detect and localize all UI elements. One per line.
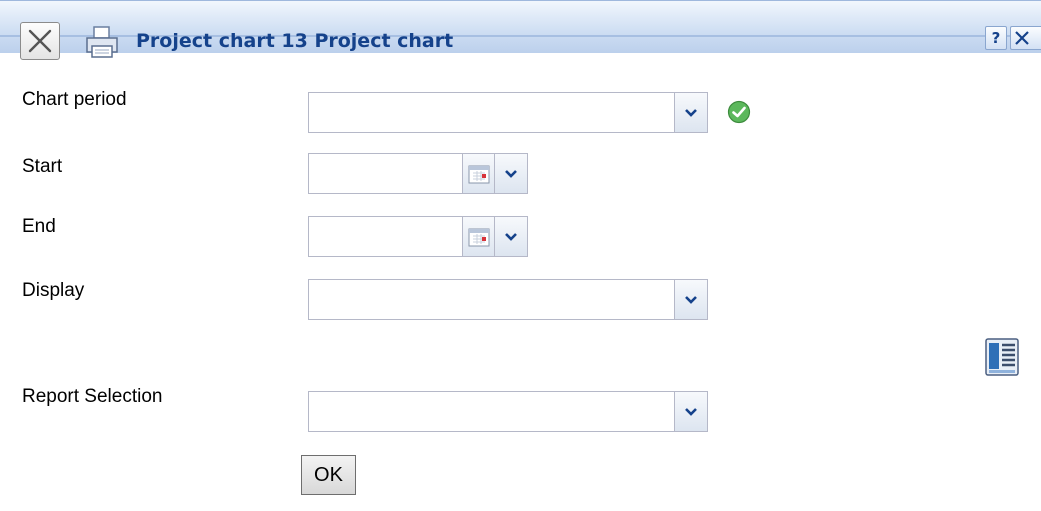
end-dropdown-trigger[interactable]: [494, 217, 527, 256]
calendar-icon: [468, 228, 490, 246]
help-button[interactable]: ?: [985, 26, 1007, 50]
check-valid-icon: [727, 100, 751, 124]
chart-period-dropdown-trigger[interactable]: [674, 93, 707, 132]
end-date-input[interactable]: [309, 217, 463, 256]
calendar-icon: [468, 165, 490, 183]
start-label: Start: [22, 156, 63, 177]
ok-button[interactable]: OK: [301, 455, 356, 495]
print-button[interactable]: [82, 22, 122, 62]
start-calendar-button[interactable]: [462, 154, 495, 193]
report-selection-dropdown-trigger[interactable]: [674, 392, 707, 431]
display-label: Display: [22, 280, 85, 301]
help-icon: ?: [991, 29, 1001, 47]
report-list-icon[interactable]: [983, 337, 1021, 377]
close-small-button[interactable]: [1010, 26, 1041, 50]
printer-icon: [86, 26, 118, 58]
window-title: Project chart 13 Project chart: [136, 30, 454, 52]
chevron-down-icon: [505, 169, 517, 178]
chevron-down-icon: [505, 232, 517, 241]
end-label: End: [22, 216, 56, 237]
close-icon: [28, 29, 52, 53]
display-input[interactable]: [309, 280, 675, 319]
report-selection-label: Report Selection: [22, 386, 163, 407]
close-icon: [1015, 31, 1029, 45]
chart-period-label: Chart period: [22, 89, 127, 110]
chevron-down-icon: [685, 108, 697, 117]
report-selection-input[interactable]: [309, 392, 675, 431]
chevron-down-icon: [685, 295, 697, 304]
start-dropdown-trigger[interactable]: [494, 154, 527, 193]
chart-period-select[interactable]: [308, 92, 708, 133]
end-date-field[interactable]: [308, 216, 528, 257]
start-date-input[interactable]: [309, 154, 463, 193]
end-calendar-button[interactable]: [462, 217, 495, 256]
close-button[interactable]: [20, 22, 60, 60]
display-dropdown-trigger[interactable]: [674, 280, 707, 319]
report-selection-select[interactable]: [308, 391, 708, 432]
chart-period-input[interactable]: [309, 93, 675, 132]
start-date-field[interactable]: [308, 153, 528, 194]
chevron-down-icon: [685, 407, 697, 416]
display-select[interactable]: [308, 279, 708, 320]
